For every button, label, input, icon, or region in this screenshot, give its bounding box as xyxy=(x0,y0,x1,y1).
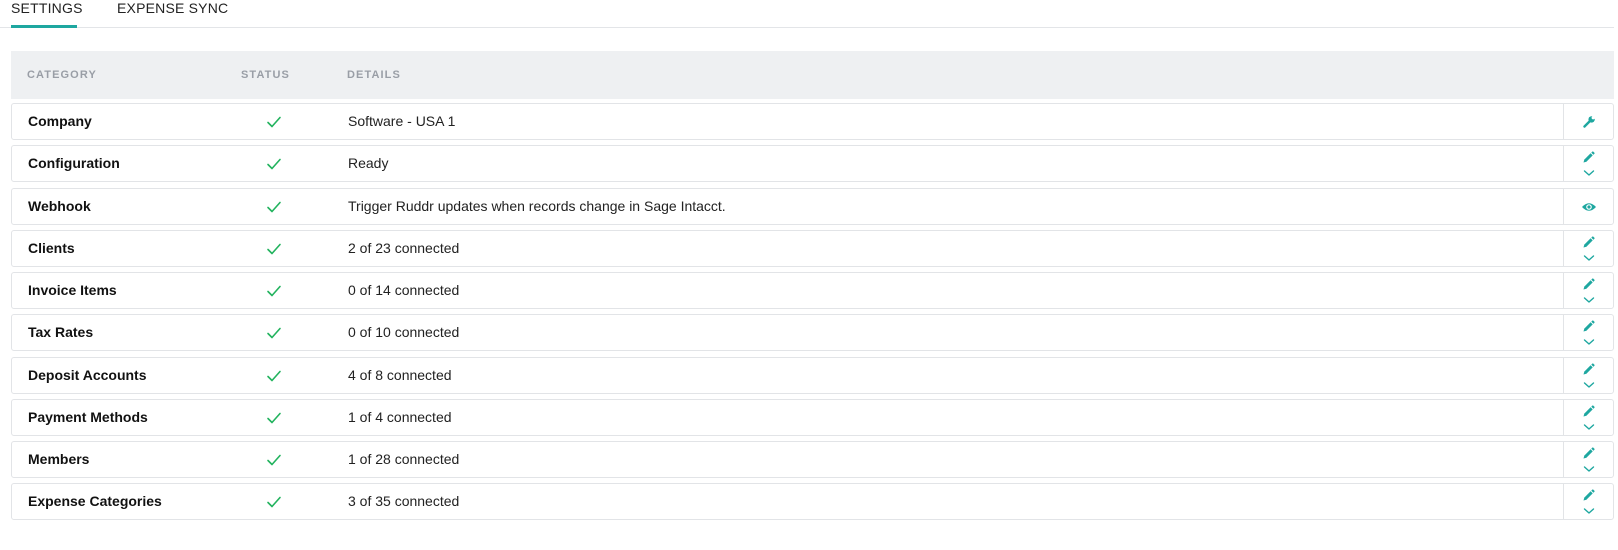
table-row: Clients 2 of 23 connected xyxy=(11,230,1614,267)
edit-button[interactable] xyxy=(1564,358,1613,376)
row-actions xyxy=(1563,231,1613,266)
chevron-down-icon xyxy=(1583,254,1595,262)
table-row: Webhook Trigger Ruddr updates when record… xyxy=(11,188,1614,225)
expand-button[interactable] xyxy=(1564,460,1613,477)
check-icon xyxy=(266,495,282,509)
row-actions xyxy=(1563,442,1613,477)
check-icon xyxy=(266,284,282,298)
active-tab-indicator xyxy=(11,25,77,28)
row-details: 1 of 28 connected xyxy=(348,451,460,467)
eye-icon xyxy=(1581,201,1597,213)
pencil-icon xyxy=(1582,151,1595,164)
row-category: Clients xyxy=(28,240,75,256)
row-actions xyxy=(1563,358,1613,393)
wrench-icon xyxy=(1582,115,1596,129)
expand-button[interactable] xyxy=(1564,249,1613,266)
row-details: 3 of 35 connected xyxy=(348,493,460,509)
chevron-down-icon xyxy=(1583,381,1595,389)
pencil-icon xyxy=(1582,489,1595,502)
row-category: Expense Categories xyxy=(28,493,162,509)
edit-button[interactable] xyxy=(1564,484,1613,502)
pencil-icon xyxy=(1582,363,1595,376)
chevron-down-icon xyxy=(1583,169,1595,177)
table-row: Configuration Ready xyxy=(11,145,1614,182)
tab-settings[interactable]: SETTINGS xyxy=(11,0,82,28)
expand-button[interactable] xyxy=(1564,164,1613,181)
row-details: Ready xyxy=(348,155,389,171)
table-row: Payment Methods 1 of 4 connected xyxy=(11,399,1614,436)
chevron-down-icon xyxy=(1583,338,1595,346)
row-category: Company xyxy=(28,113,92,129)
row-category: Configuration xyxy=(28,155,120,171)
expand-button[interactable] xyxy=(1564,502,1613,519)
pencil-icon xyxy=(1582,405,1595,418)
tab-bar: SETTINGS EXPENSE SYNC xyxy=(0,0,1614,28)
check-icon xyxy=(266,453,282,467)
eye-button[interactable] xyxy=(1564,189,1613,224)
table-row: Members 1 of 28 connected xyxy=(11,441,1614,478)
column-header-details: DETAILS xyxy=(347,69,401,81)
table-row: Expense Categories 3 of 35 connected xyxy=(11,483,1614,520)
row-details: 1 of 4 connected xyxy=(348,409,452,425)
edit-button[interactable] xyxy=(1564,231,1613,249)
edit-button[interactable] xyxy=(1564,315,1613,333)
row-category: Members xyxy=(28,451,90,467)
chevron-down-icon xyxy=(1583,423,1595,431)
row-actions xyxy=(1563,484,1613,519)
edit-button[interactable] xyxy=(1564,442,1613,460)
row-actions xyxy=(1563,400,1613,435)
check-icon xyxy=(266,326,282,340)
pencil-icon xyxy=(1582,278,1595,291)
row-details: 0 of 14 connected xyxy=(348,282,460,298)
tab-expense-sync-label: EXPENSE SYNC xyxy=(117,0,229,16)
wrench-button[interactable] xyxy=(1564,104,1613,139)
pencil-icon xyxy=(1582,320,1595,333)
check-icon xyxy=(266,242,282,256)
edit-button[interactable] xyxy=(1564,146,1613,164)
check-icon xyxy=(266,200,282,214)
table-row: Tax Rates 0 of 10 connected xyxy=(11,314,1614,351)
row-category: Deposit Accounts xyxy=(28,367,147,383)
chevron-down-icon xyxy=(1583,465,1595,473)
pencil-icon xyxy=(1582,447,1595,460)
tab-settings-label: SETTINGS xyxy=(11,0,83,16)
row-category: Invoice Items xyxy=(28,282,117,298)
row-details: Trigger Ruddr updates when records chang… xyxy=(348,198,726,214)
table-row: Company Software - USA 1 xyxy=(11,103,1614,140)
row-actions xyxy=(1563,104,1613,139)
row-category: Tax Rates xyxy=(28,324,94,340)
expand-button[interactable] xyxy=(1564,418,1613,435)
check-icon xyxy=(266,157,282,171)
expand-button[interactable] xyxy=(1564,333,1613,350)
edit-button[interactable] xyxy=(1564,400,1613,418)
tab-expense-sync[interactable]: EXPENSE SYNC xyxy=(117,0,228,27)
row-details: 4 of 8 connected xyxy=(348,367,452,383)
chevron-down-icon xyxy=(1583,296,1595,304)
row-actions xyxy=(1563,273,1613,308)
chevron-down-icon xyxy=(1583,507,1595,515)
column-header-status: STATUS xyxy=(241,69,290,81)
column-header-category: CATEGORY xyxy=(27,69,97,81)
check-icon xyxy=(266,115,282,129)
row-actions xyxy=(1563,189,1613,224)
table-header: CATEGORY STATUS DETAILS xyxy=(11,51,1614,99)
row-details: 2 of 23 connected xyxy=(348,240,460,256)
pencil-icon xyxy=(1582,236,1595,249)
row-category: Payment Methods xyxy=(28,409,148,425)
row-details: 0 of 10 connected xyxy=(348,324,460,340)
row-actions xyxy=(1563,146,1613,181)
expand-button[interactable] xyxy=(1564,291,1613,308)
row-category: Webhook xyxy=(28,198,91,214)
table-row: Deposit Accounts 4 of 8 connected xyxy=(11,357,1614,394)
expand-button[interactable] xyxy=(1564,376,1613,393)
table-row: Invoice Items 0 of 14 connected xyxy=(11,272,1614,309)
check-icon xyxy=(266,369,282,383)
row-details: Software - USA 1 xyxy=(348,113,456,129)
row-actions xyxy=(1563,315,1613,350)
edit-button[interactable] xyxy=(1564,273,1613,291)
check-icon xyxy=(266,411,282,425)
